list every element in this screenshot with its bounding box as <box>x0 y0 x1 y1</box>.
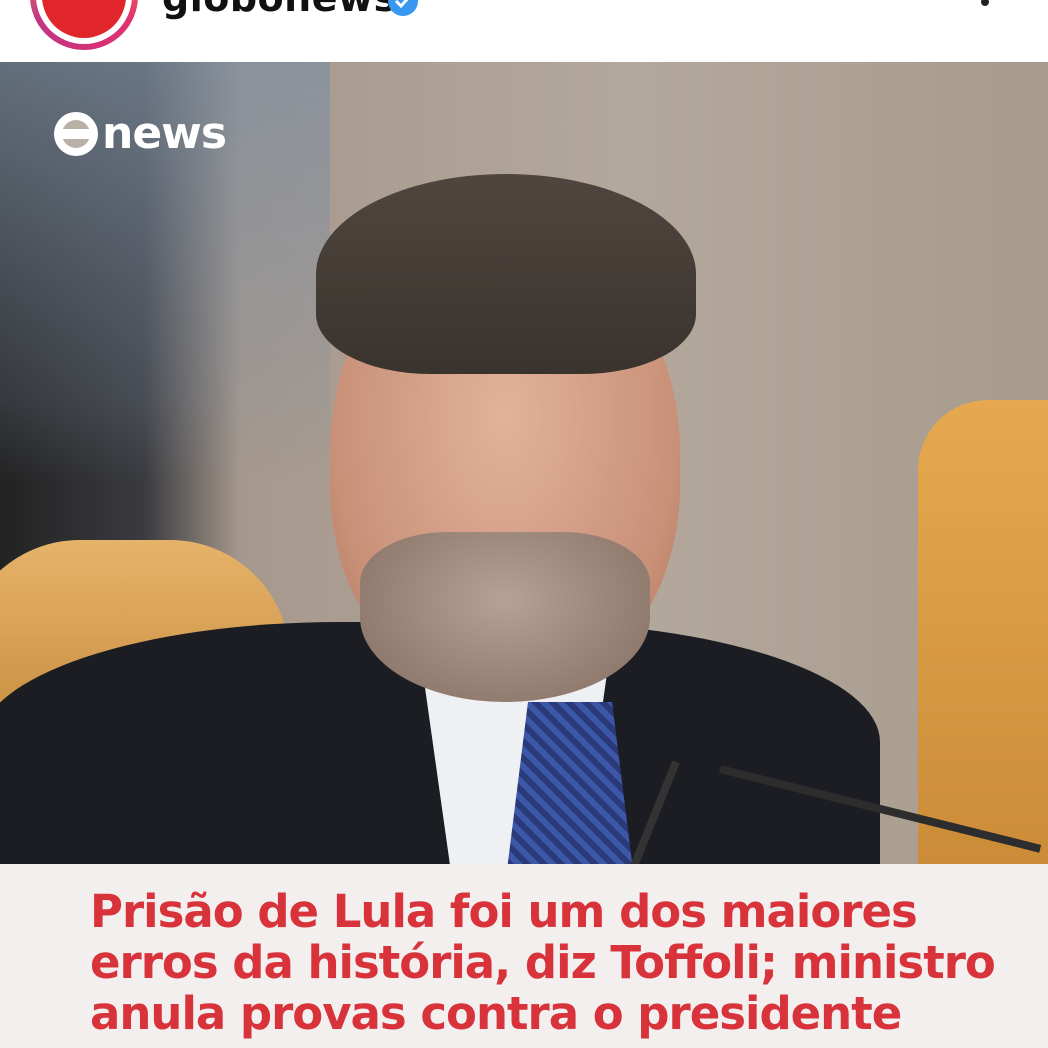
username[interactable]: globonews <box>162 0 397 20</box>
post-image[interactable]: news <box>0 62 1048 864</box>
story-ring[interactable] <box>30 0 138 50</box>
chair-right <box>918 400 1048 864</box>
avatar-image <box>42 0 126 38</box>
more-options-icon[interactable] <box>970 0 1000 14</box>
post-header: globonews <box>0 0 1048 62</box>
globonews-logo: news <box>52 108 227 162</box>
hair <box>316 174 696 374</box>
headline: Prisão de Lula foi um dos maiores erros … <box>90 885 996 1040</box>
globo-circle-icon <box>54 112 98 156</box>
avatar[interactable] <box>36 0 132 44</box>
beard <box>360 532 650 702</box>
headline-banner: Prisão de Lula foi um dos maiores erros … <box>0 864 1048 1048</box>
logo-text: news <box>102 108 227 159</box>
